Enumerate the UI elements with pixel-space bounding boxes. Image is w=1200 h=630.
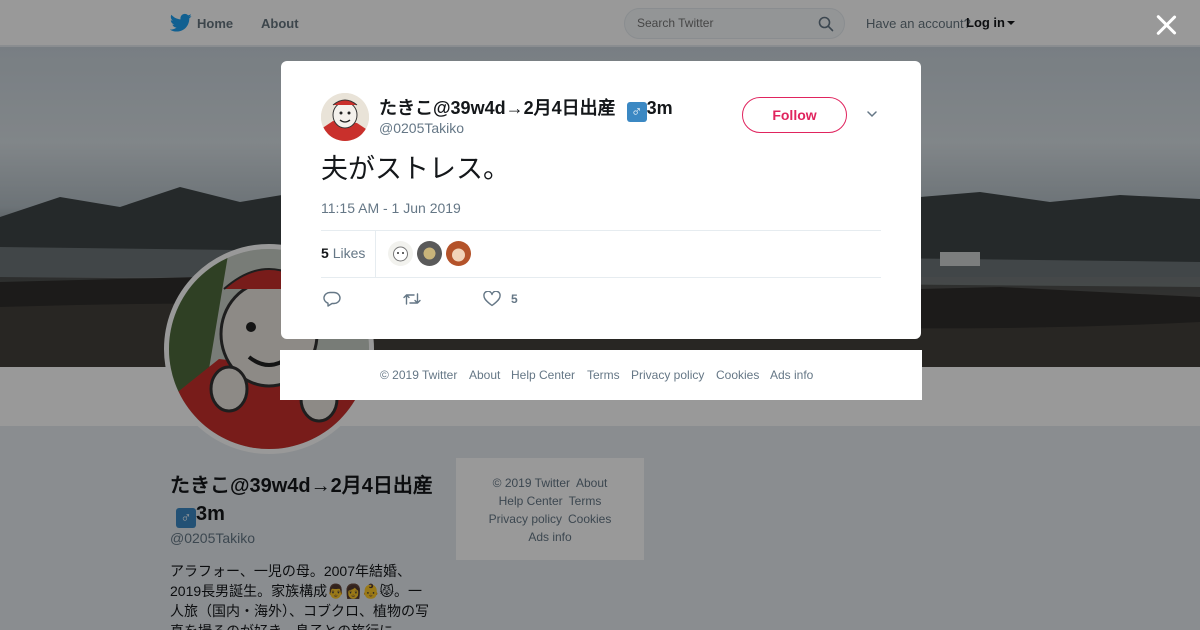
heart-count: 5 — [511, 292, 518, 306]
likes-count: 5 — [321, 245, 329, 261]
likes-label: Likes — [332, 245, 366, 261]
chevron-down-icon[interactable] — [867, 109, 877, 119]
retweet-icon[interactable] — [403, 291, 421, 307]
modal-footer-terms-link[interactable]: Terms — [587, 368, 620, 382]
divider — [375, 231, 376, 277]
heart-icon[interactable] — [483, 291, 501, 307]
divider — [321, 230, 881, 231]
modal-footer-privacy-link[interactable]: Privacy policy — [631, 368, 704, 382]
tweet-author-name[interactable]: たきこ@39w4d→2月4日出産 ♂ 3m — [379, 94, 673, 122]
tweet-author-handle[interactable]: @0205Takiko — [379, 120, 464, 136]
tweet-author-name-suffix: 3m — [646, 98, 673, 118]
liker-avatar[interactable] — [388, 241, 413, 266]
divider — [321, 277, 881, 278]
modal-footer: © 2019 Twitter About Help Center Terms P… — [280, 350, 922, 400]
tweet-modal: たきこ@39w4d→2月4日出産 ♂ 3m @0205Takiko Follow … — [281, 61, 921, 339]
liker-avatar[interactable] — [446, 241, 471, 266]
close-icon[interactable] — [1153, 12, 1179, 38]
modal-footer-about-link[interactable]: About — [469, 368, 500, 382]
modal-footer-help-center-link[interactable]: Help Center — [511, 368, 575, 382]
liker-avatar[interactable] — [417, 241, 442, 266]
follow-button[interactable]: Follow — [742, 97, 847, 133]
tweet-author-avatar[interactable] — [321, 93, 369, 141]
modal-footer-ads-info-link[interactable]: Ads info — [770, 368, 813, 382]
reply-icon[interactable] — [323, 291, 341, 307]
tweet-timestamp[interactable]: 11:15 AM - 1 Jun 2019 — [321, 200, 461, 216]
modal-footer-copyright: © 2019 Twitter — [380, 368, 458, 382]
male-sign-icon: ♂ — [626, 102, 647, 122]
tweet-text: 夫がストレス。 — [321, 154, 510, 184]
tweet-author-name-text: たきこ@39w4d→2月4日出産 — [379, 98, 616, 118]
likes-stat[interactable]: 5 Likes — [321, 245, 365, 261]
modal-footer-cookies-link[interactable]: Cookies — [716, 368, 759, 382]
